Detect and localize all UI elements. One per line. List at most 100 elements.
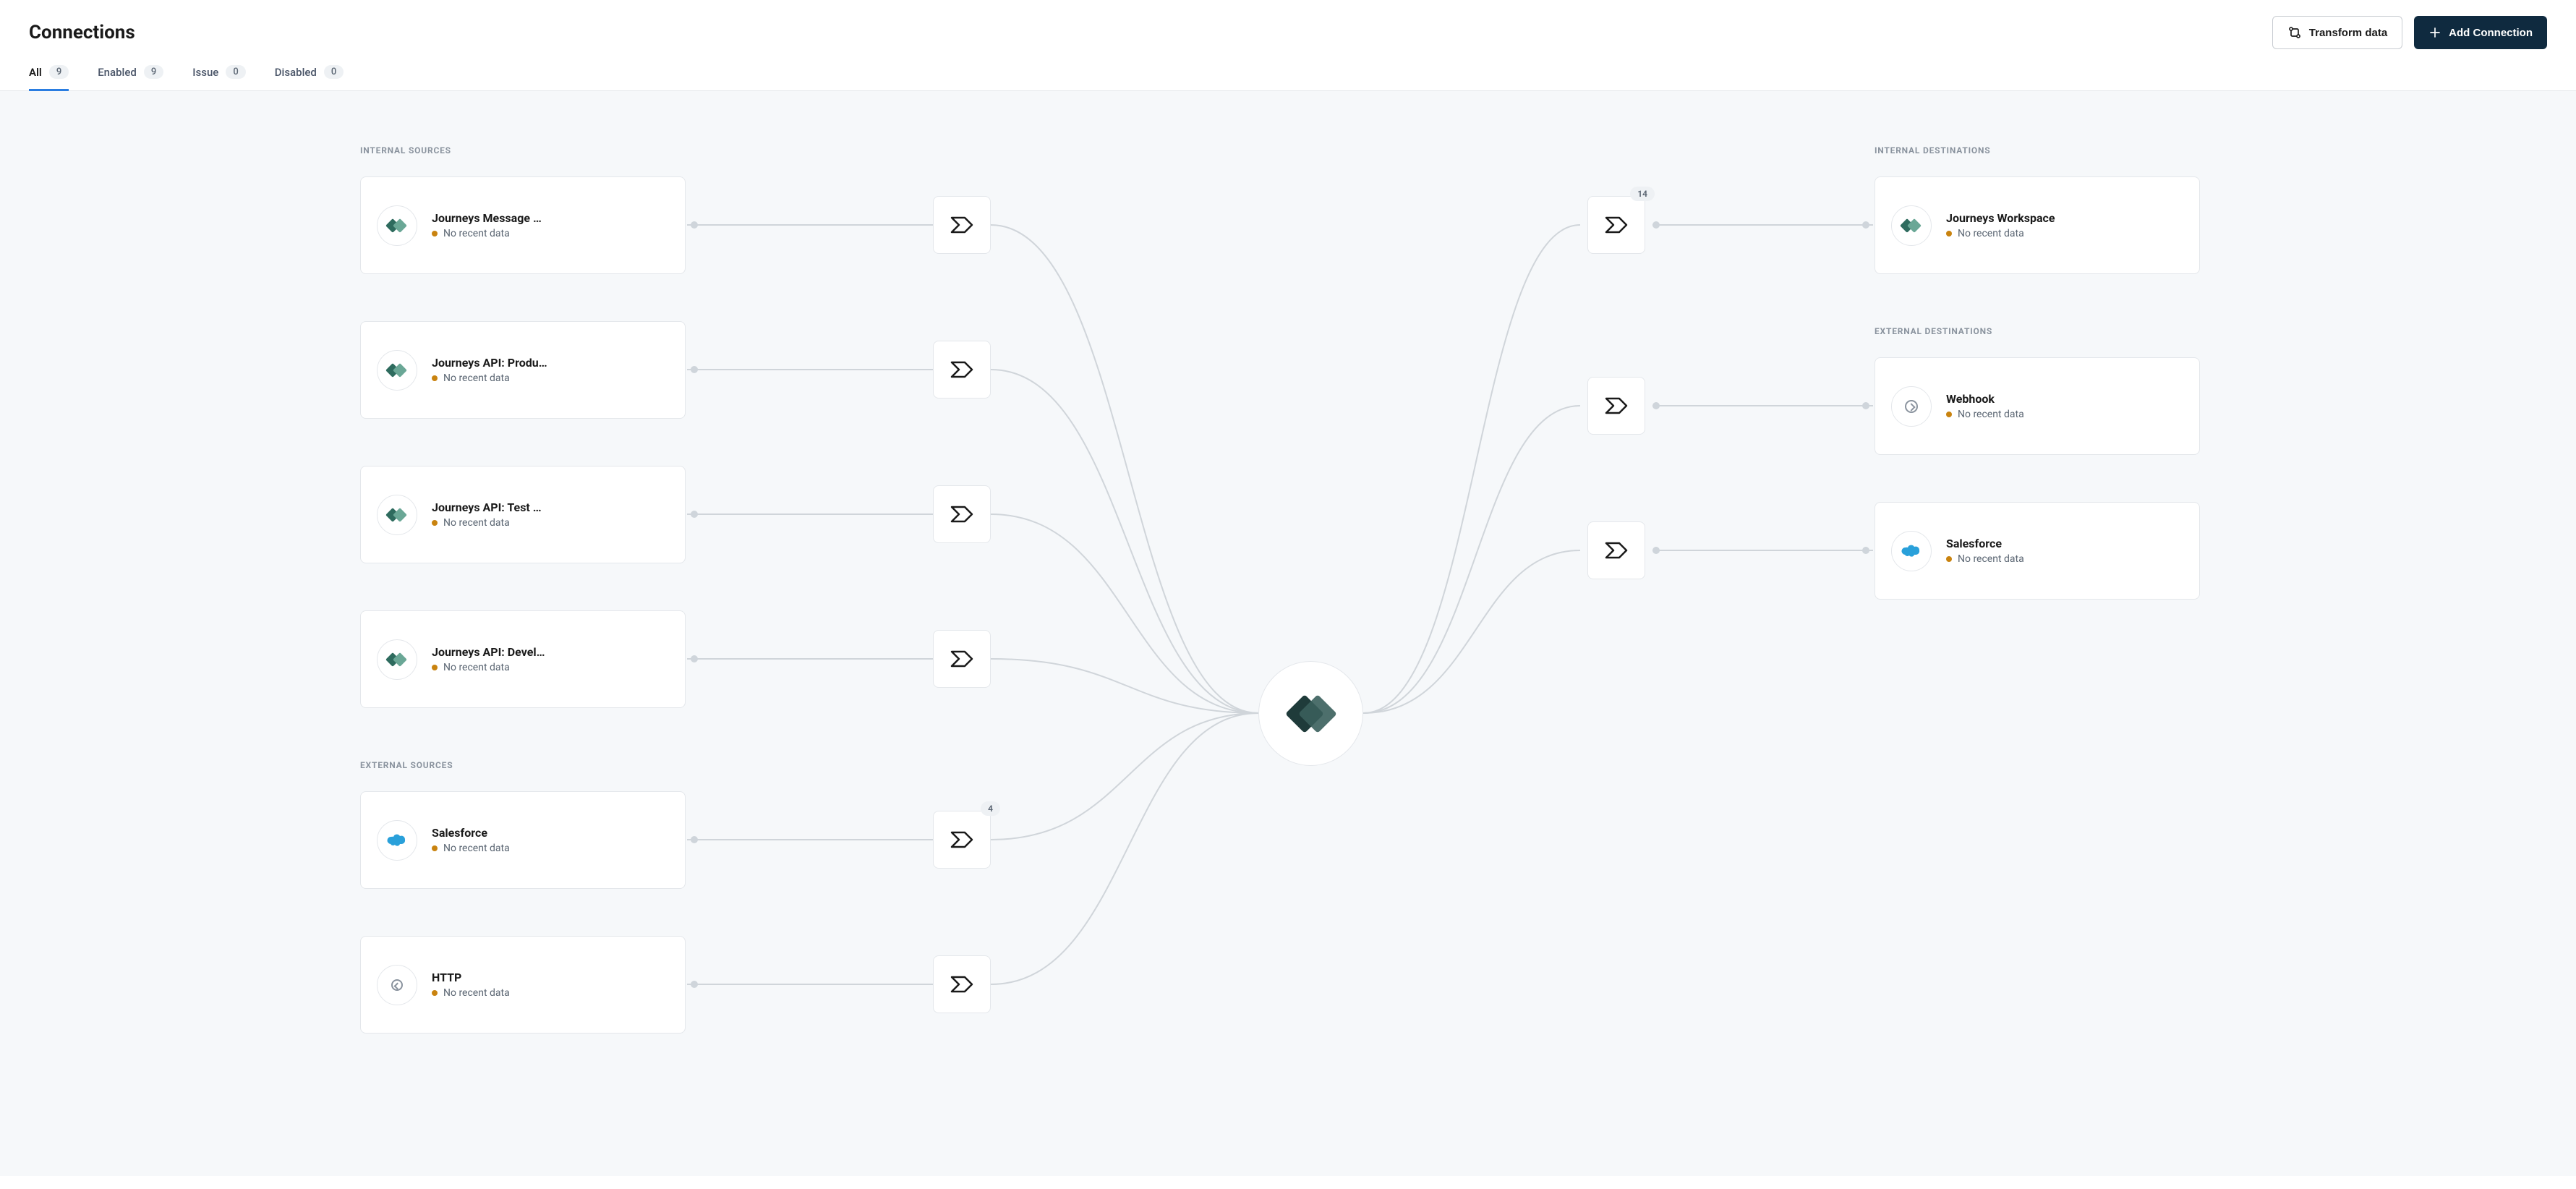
- tab-count: 9: [49, 65, 69, 79]
- status-text: No recent data: [443, 662, 510, 673]
- section-internal-sources: INTERNAL SOURCES: [360, 145, 451, 155]
- card-title: HTTP: [432, 971, 669, 984]
- chevron-tag-icon: [1605, 542, 1628, 559]
- connector-dot-icon: [691, 511, 698, 518]
- chevron-tag-icon: [950, 361, 973, 378]
- source-transform-node[interactable]: [933, 955, 991, 1013]
- connector-dot-icon: [1862, 547, 1869, 554]
- status-text: No recent data: [443, 843, 510, 854]
- card-status: No recent data: [1946, 553, 2183, 565]
- tab-label: Enabled: [98, 66, 137, 79]
- tab-count: 0: [324, 65, 344, 79]
- status-text: No recent data: [443, 372, 510, 384]
- journeys-icon: [377, 205, 417, 246]
- chevron-tag-icon: [950, 831, 973, 848]
- salesforce-icon: [377, 820, 417, 861]
- connector-dot-icon: [691, 981, 698, 988]
- tab-disabled[interactable]: Disabled 0: [275, 58, 344, 91]
- source-transform-node[interactable]: [933, 341, 991, 399]
- hub-node[interactable]: [1258, 661, 1363, 766]
- card-status: No recent data: [1946, 409, 2183, 420]
- tab-enabled[interactable]: Enabled 9: [98, 58, 163, 91]
- section-internal-destinations: INTERNAL DESTINATIONS: [1875, 145, 1990, 155]
- connector-dot-icon: [1652, 402, 1660, 409]
- section-external-destinations: EXTERNAL DESTINATIONS: [1875, 326, 1992, 336]
- destination-transform-node[interactable]: [1587, 521, 1645, 579]
- chevron-tag-icon: [950, 650, 973, 668]
- http-icon: [377, 965, 417, 1005]
- journeys-icon: [1891, 205, 1932, 246]
- card-title: Journeys API: Test …: [432, 500, 669, 514]
- journeys-icon: [377, 639, 417, 680]
- card-status: No recent data: [432, 987, 669, 999]
- destination-card[interactable]: Webhook No recent data: [1875, 357, 2200, 455]
- source-card[interactable]: Salesforce No recent data: [360, 791, 686, 889]
- source-card[interactable]: Journeys API: Produ… No recent data: [360, 321, 686, 419]
- card-title: Webhook: [1946, 392, 2183, 406]
- source-card[interactable]: Journeys Message … No recent data: [360, 176, 686, 274]
- chevron-tag-icon: [1605, 397, 1628, 414]
- source-transform-node[interactable]: [933, 485, 991, 543]
- card-title: Journeys Message …: [432, 211, 669, 225]
- connections-canvas[interactable]: INTERNAL SOURCES EXTERNAL SOURCES INTERN…: [0, 91, 2576, 1176]
- tab-count: 0: [226, 65, 245, 79]
- status-dot-icon: [432, 375, 438, 381]
- status-text: No recent data: [1958, 409, 2024, 420]
- tabs: All 9 Enabled 9 Issue 0 Disabled 0: [0, 58, 2576, 91]
- add-connection-label: Add Connection: [2449, 27, 2533, 39]
- status-dot-icon: [432, 990, 438, 996]
- add-connection-button[interactable]: Add Connection: [2414, 16, 2547, 49]
- chevron-tag-icon: [1605, 216, 1628, 234]
- status-text: No recent data: [1958, 553, 2024, 565]
- status-dot-icon: [432, 231, 438, 236]
- card-status: No recent data: [432, 517, 669, 529]
- webhook-icon: [1891, 386, 1932, 427]
- transform-data-label: Transform data: [2309, 27, 2387, 39]
- status-dot-icon: [1946, 412, 1952, 417]
- destination-transform-node[interactable]: [1587, 377, 1645, 435]
- chevron-tag-icon: [950, 976, 973, 993]
- card-status: No recent data: [432, 843, 669, 854]
- status-dot-icon: [432, 845, 438, 851]
- source-transform-node[interactable]: 4: [933, 811, 991, 869]
- status-dot-icon: [1946, 231, 1952, 236]
- tab-label: All: [29, 66, 42, 79]
- status-dot-icon: [432, 520, 438, 526]
- transform-count-badge: 14: [1630, 187, 1655, 201]
- destination-card[interactable]: Journeys Workspace No recent data: [1875, 176, 2200, 274]
- connector-dot-icon: [691, 836, 698, 843]
- transform-data-button[interactable]: Transform data: [2272, 16, 2402, 49]
- destination-card[interactable]: Salesforce No recent data: [1875, 502, 2200, 600]
- card-status: No recent data: [432, 372, 669, 384]
- connector-dot-icon: [1652, 221, 1660, 229]
- connector-dot-icon: [691, 655, 698, 662]
- card-status: No recent data: [432, 662, 669, 673]
- tab-label: Issue: [192, 66, 218, 79]
- journeys-icon: [377, 350, 417, 391]
- journeys-icon: [377, 495, 417, 535]
- chevron-tag-icon: [950, 216, 973, 234]
- status-dot-icon: [432, 665, 438, 670]
- source-transform-node[interactable]: [933, 196, 991, 254]
- status-text: No recent data: [443, 228, 510, 239]
- connector-dot-icon: [691, 366, 698, 373]
- source-card[interactable]: HTTP No recent data: [360, 936, 686, 1034]
- plus-icon: [2428, 26, 2441, 39]
- destination-transform-node[interactable]: 14: [1587, 196, 1645, 254]
- transform-count-badge: 4: [981, 801, 1000, 816]
- card-title: Salesforce: [432, 826, 669, 840]
- connector-dot-icon: [1862, 402, 1869, 409]
- hub-icon: [1291, 694, 1331, 734]
- connector-dot-icon: [1862, 221, 1869, 229]
- source-card[interactable]: Journeys API: Test … No recent data: [360, 466, 686, 563]
- tab-issue[interactable]: Issue 0: [192, 58, 245, 91]
- chevron-tag-icon: [950, 506, 973, 523]
- status-dot-icon: [1946, 556, 1952, 562]
- page-title: Connections: [29, 22, 135, 43]
- source-card[interactable]: Journeys API: Devel… No recent data: [360, 610, 686, 708]
- tab-count: 9: [144, 65, 163, 79]
- status-text: No recent data: [443, 987, 510, 999]
- tab-all[interactable]: All 9: [29, 58, 69, 91]
- source-transform-node[interactable]: [933, 630, 991, 688]
- card-status: No recent data: [1946, 228, 2183, 239]
